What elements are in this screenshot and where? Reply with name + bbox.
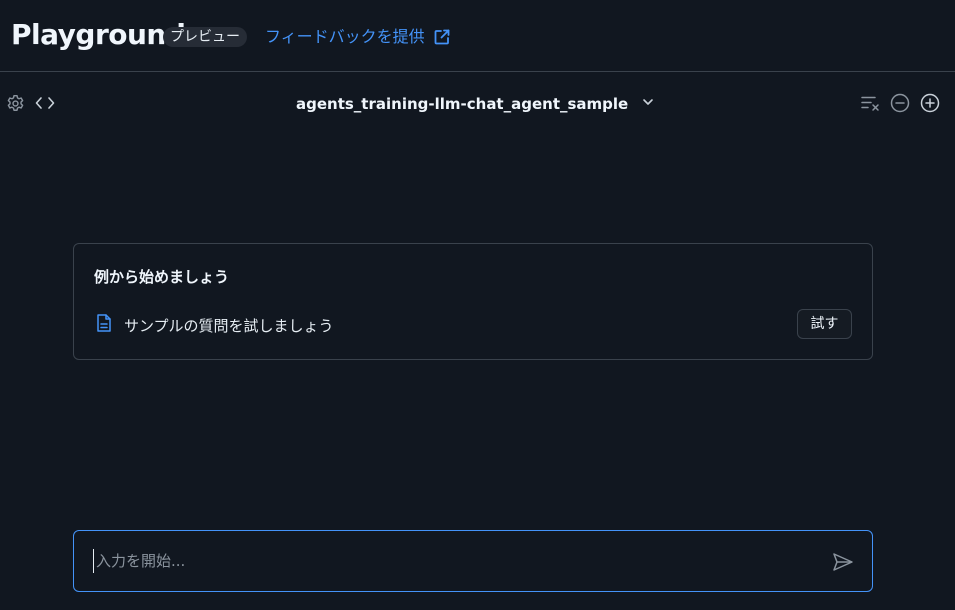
code-icon[interactable] xyxy=(34,93,56,113)
feedback-link-label: フィードバックを提供 xyxy=(265,27,425,46)
chat-input-box xyxy=(73,530,873,592)
chat-input[interactable] xyxy=(93,549,796,573)
feedback-link[interactable]: フィードバックを提供 xyxy=(265,26,451,48)
example-card: 例から始めましょう サンプルの質問を試しましょう 試す xyxy=(73,243,873,360)
page-header: Playground プレビュー フィードバックを提供 xyxy=(0,0,955,72)
chevron-down-icon xyxy=(641,95,655,113)
example-item[interactable]: サンプルの質問を試しましょう xyxy=(94,313,334,337)
try-button[interactable]: 試す xyxy=(797,309,852,339)
external-link-icon xyxy=(433,28,451,46)
example-item-label: サンプルの質問を試しましょう xyxy=(124,316,334,335)
minus-circle-icon[interactable] xyxy=(890,93,910,113)
gear-icon[interactable] xyxy=(5,93,25,113)
example-card-title: 例から始めましょう xyxy=(94,268,230,286)
page-title: Playground xyxy=(11,18,186,51)
plus-circle-icon[interactable] xyxy=(920,93,940,113)
document-icon xyxy=(94,313,114,337)
model-name: agents_training-llm-chat_agent_sample xyxy=(296,95,629,113)
send-icon[interactable] xyxy=(832,551,854,573)
model-selector[interactable]: agents_training-llm-chat_agent_sample xyxy=(296,93,655,115)
clear-list-icon[interactable] xyxy=(859,93,881,113)
preview-badge: プレビュー xyxy=(163,27,247,47)
